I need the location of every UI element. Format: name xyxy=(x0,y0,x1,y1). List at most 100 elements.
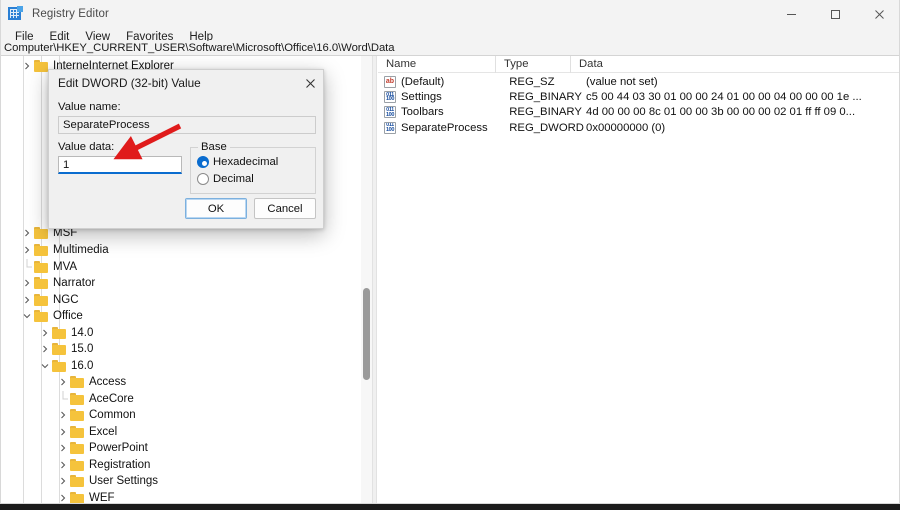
tree-item-user-settings[interactable]: User Settings xyxy=(1,473,158,490)
folder-icon xyxy=(34,244,48,257)
tree-item-mva[interactable]: MVA xyxy=(1,259,77,276)
chevron-right-icon[interactable] xyxy=(19,58,34,74)
registry-key-tree[interactable]: InterneInternet Explorer MSF Multimedia MVA… xyxy=(1,56,356,503)
chevron-right-icon[interactable] xyxy=(55,407,70,423)
chevron-right-icon[interactable] xyxy=(19,242,34,258)
radio-decimal-indicator xyxy=(197,173,209,185)
minimize-icon[interactable] xyxy=(769,0,813,28)
value-data-field[interactable] xyxy=(58,156,182,174)
folder-icon xyxy=(52,327,66,340)
chevron-right-icon[interactable] xyxy=(19,275,34,291)
tree-item-label: Access xyxy=(89,376,127,389)
chevron-right-icon[interactable] xyxy=(19,292,34,308)
value-type: REG_BINARY xyxy=(509,106,582,119)
folder-icon xyxy=(70,426,84,439)
value-name-field[interactable] xyxy=(58,116,316,134)
chevron-right-icon[interactable] xyxy=(55,424,70,440)
radio-decimal[interactable]: Decimal xyxy=(197,173,254,185)
value-type: REG_SZ xyxy=(509,75,555,88)
chevron-right-icon[interactable] xyxy=(19,225,34,241)
tree-item-label: MVA xyxy=(53,261,78,274)
tree-item-powerpoint[interactable]: PowerPoint xyxy=(1,440,148,457)
chevron-right-icon[interactable] xyxy=(55,440,70,456)
tree-item-label: Multimedia xyxy=(53,244,109,257)
value-type: REG_DWORD xyxy=(509,121,584,134)
maximize-icon[interactable] xyxy=(813,0,857,28)
tree-item-multimedia[interactable]: Multimedia xyxy=(1,242,109,259)
value-name: (Default) xyxy=(401,75,445,88)
tree-item-label: Office xyxy=(53,310,83,323)
address-bar[interactable]: Computer\HKEY_CURRENT_USER\Software\Micr… xyxy=(1,41,899,56)
tree-item-acecore[interactable]: AceCore xyxy=(1,391,134,408)
column-header-name[interactable]: Name xyxy=(378,56,496,73)
tree-item-office[interactable]: Office xyxy=(1,308,83,325)
tree-item-label: AceCore xyxy=(89,393,134,406)
value-data-label: Value data: xyxy=(58,141,115,153)
value-name: SeparateProcess xyxy=(401,121,488,134)
chevron-right-icon[interactable] xyxy=(55,473,70,489)
tree-item-14-0[interactable]: 14.0 xyxy=(1,325,93,342)
radio-hexadecimal-indicator xyxy=(197,156,209,168)
screen: Registry Editor File Edit View Favorites… xyxy=(0,0,900,510)
close-icon[interactable] xyxy=(857,0,899,28)
radio-hexadecimal[interactable]: Hexadecimal xyxy=(197,156,278,168)
window-controls xyxy=(769,0,899,28)
folder-icon xyxy=(70,376,84,389)
column-header-data[interactable]: Data xyxy=(571,56,899,73)
tree-item-label: Common xyxy=(89,409,136,422)
tree-item-wef[interactable]: WEF xyxy=(1,490,115,503)
value-data: 0x00000000 (0) xyxy=(586,121,666,134)
tree-leaf-connector xyxy=(19,259,34,275)
chevron-right-icon[interactable] xyxy=(55,457,70,473)
dialog-close-icon[interactable] xyxy=(295,70,325,96)
tree-scrollbar-thumb[interactable] xyxy=(363,288,370,380)
value-name: Toolbars xyxy=(401,106,444,119)
window-title: Registry Editor xyxy=(32,8,109,20)
tree-scrollbar[interactable] xyxy=(361,56,372,503)
tree-item-label: 16.0 xyxy=(71,360,94,373)
radio-hexadecimal-label: Hexadecimal xyxy=(213,156,279,168)
folder-icon xyxy=(70,475,84,488)
value-row[interactable]: ab (Default) REG_SZ (value not set) xyxy=(378,74,899,89)
tree-item-16-0[interactable]: 16.0 xyxy=(1,358,93,375)
chevron-right-icon[interactable] xyxy=(55,490,70,503)
value-name: Settings xyxy=(401,91,442,104)
tree-item-label: PowerPoint xyxy=(89,442,148,455)
cancel-button[interactable]: Cancel xyxy=(254,198,316,219)
tree-item-registration[interactable]: Registration xyxy=(1,457,150,474)
tree-leaf-connector xyxy=(55,391,70,407)
value-row[interactable]: 011 100 SeparateProcess REG_DWORD 0x00000000… xyxy=(378,120,899,135)
dialog-title-bar: Edit DWORD (32-bit) Value xyxy=(49,70,325,96)
value-row[interactable]: 011 100 Settings REG_BINARY c5 00 44 03 30 0… xyxy=(378,89,899,104)
column-header-type[interactable]: Type xyxy=(496,56,571,73)
chevron-right-icon[interactable] xyxy=(37,325,52,341)
chevron-right-icon[interactable] xyxy=(55,374,70,390)
tree-item-access[interactable]: Access xyxy=(1,374,126,391)
value-name-label: Value name: xyxy=(58,101,121,113)
folder-icon xyxy=(34,60,48,73)
registry-editor-icon xyxy=(8,6,24,22)
folder-icon xyxy=(52,343,66,356)
registry-editor-window: Registry Editor File Edit View Favorites… xyxy=(0,0,900,504)
chevron-down-icon[interactable] xyxy=(19,308,34,324)
tree-item-ngc[interactable]: NGC xyxy=(1,292,79,309)
edit-dword-dialog: Edit DWORD (32-bit) Value Value name: Va… xyxy=(48,69,324,229)
tree-item-excel[interactable]: Excel xyxy=(1,424,117,441)
string-value-icon: ab xyxy=(384,75,396,88)
tree-item-narrator[interactable]: Narrator xyxy=(1,275,95,292)
ok-button[interactable]: OK xyxy=(185,198,247,219)
title-bar: Registry Editor xyxy=(1,0,899,28)
value-row[interactable]: 011 100 Toolbars REG_BINARY 4d 00 00 00 8c 0… xyxy=(378,105,899,120)
radio-decimal-label: Decimal xyxy=(213,173,254,185)
pane-splitter[interactable] xyxy=(372,56,377,503)
tree-item-label: WEF xyxy=(89,492,115,503)
chevron-down-icon[interactable] xyxy=(37,358,52,374)
tree-item-label: Narrator xyxy=(53,277,96,290)
value-data: c5 00 44 03 30 01 00 00 24 01 00 00 04 0… xyxy=(586,91,862,104)
chevron-right-icon[interactable] xyxy=(37,341,52,357)
tree-item-common[interactable]: Common xyxy=(1,407,136,424)
folder-icon xyxy=(34,310,48,323)
folder-icon xyxy=(34,227,48,240)
tree-item-15-0[interactable]: 15.0 xyxy=(1,341,93,358)
values-list[interactable]: ab (Default) REG_SZ (value not set) 011 100 Se… xyxy=(378,74,899,136)
